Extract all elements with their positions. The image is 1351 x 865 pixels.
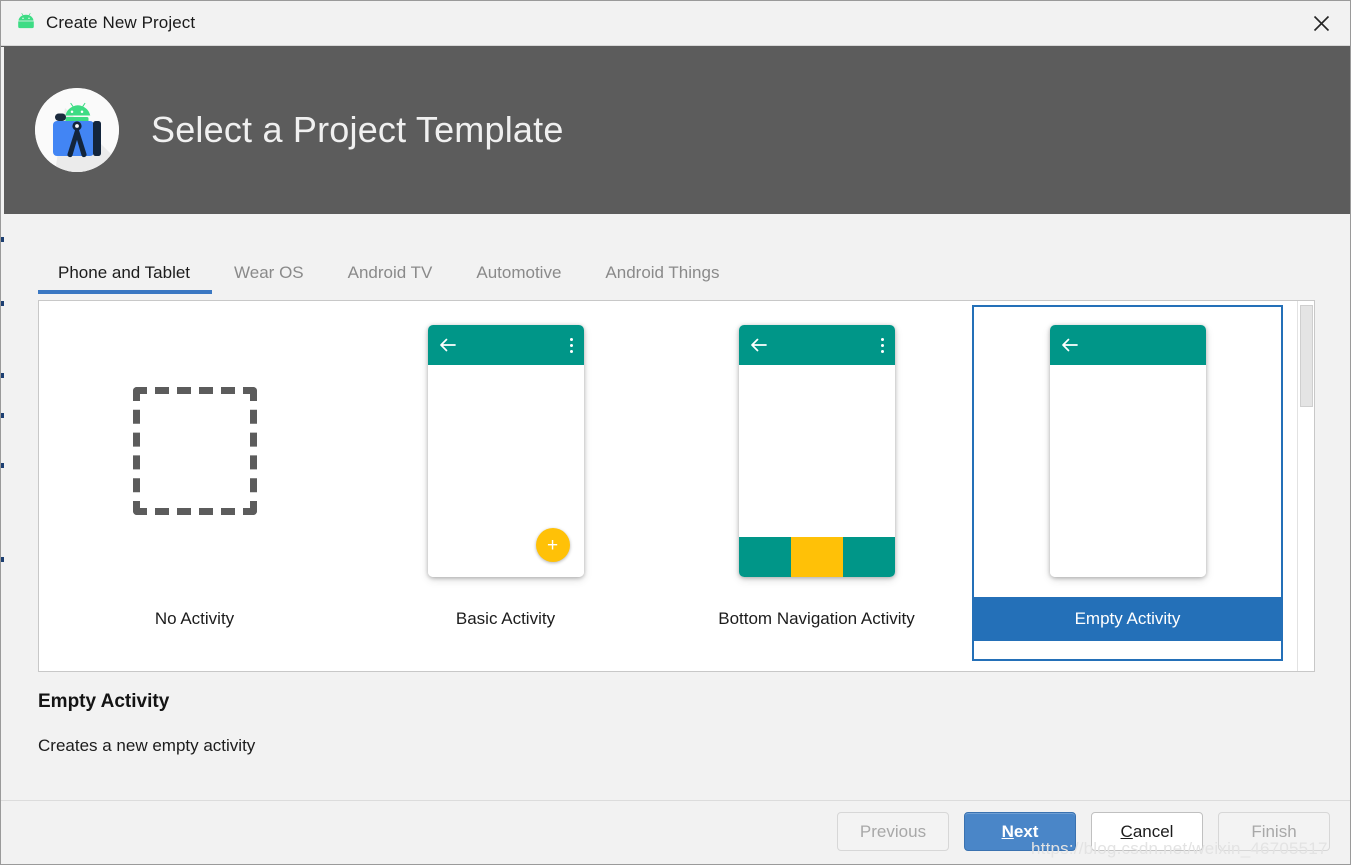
dialog-footer: Previous Next Cancel Finish (1, 800, 1350, 864)
basic-activity-thumbnail: + (350, 305, 661, 597)
back-arrow-icon (439, 338, 456, 352)
back-arrow-icon (750, 338, 767, 352)
template-card-basic-activity[interactable]: + Basic Activity (350, 305, 661, 661)
overflow-menu-icon (880, 337, 884, 353)
dialog-banner: Select a Project Template (1, 46, 1350, 214)
edge-artifact (1, 301, 4, 306)
partial-thumbnail (661, 663, 972, 671)
previous-button[interactable]: Previous (837, 812, 949, 851)
gallery-scrollbar[interactable] (1297, 301, 1314, 671)
template-card-empty-activity[interactable]: Empty Activity (972, 305, 1283, 661)
android-robot-icon (15, 12, 37, 34)
no-activity-thumbnail (39, 305, 350, 597)
phone-appbar (738, 325, 895, 365)
tab-automotive[interactable]: Automotive (454, 263, 583, 294)
phone-mock: + (427, 325, 584, 577)
template-detail-title: Empty Activity (38, 691, 170, 712)
floating-action-button-icon: + (535, 528, 570, 562)
tab-android-things[interactable]: Android Things (583, 263, 741, 294)
cancel-button[interactable]: Cancel (1091, 812, 1203, 851)
phone-content-area (738, 365, 895, 577)
template-card-no-activity[interactable]: No Activity (39, 305, 350, 661)
page-title: Select a Project Template (151, 109, 564, 150)
tab-android-tv[interactable]: Android TV (326, 263, 455, 294)
edge-artifact (1, 463, 4, 468)
template-card-label: Bottom Navigation Activity (718, 609, 915, 628)
template-card-partial[interactable] (972, 663, 1283, 671)
template-category-tabs: Phone and Tablet Wear OS Android TV Auto… (38, 256, 741, 294)
tab-wear-os[interactable]: Wear OS (212, 263, 326, 294)
bottom-navigation-bar-icon (738, 537, 895, 577)
phone-content-area: + (427, 365, 584, 577)
empty-activity-thumbnail (972, 305, 1283, 597)
partial-thumbnail (350, 663, 661, 671)
template-card-label: Empty Activity (972, 597, 1283, 641)
phone-mock (738, 325, 895, 577)
window-left-edge (1, 47, 4, 800)
dialog-body: Phone and Tablet Wear OS Android TV Auto… (1, 214, 1350, 800)
edge-artifact (1, 413, 4, 418)
scrollbar-thumb[interactable] (1300, 305, 1313, 407)
partial-thumbnail (39, 663, 350, 671)
back-arrow-icon (1061, 338, 1078, 352)
template-row (39, 663, 1298, 671)
template-card-bottom-navigation-activity[interactable]: Bottom Navigation Activity (661, 305, 972, 661)
template-row: No Activity + Basic Activity Bottom Navi… (39, 305, 1298, 665)
window-title: Create New Project (46, 13, 196, 32)
android-studio-logo-icon (35, 88, 119, 172)
window-titlebar: Create New Project (1, 1, 1350, 46)
close-icon[interactable] (1290, 1, 1350, 45)
create-new-project-dialog: Create New Project Select a Project Temp… (0, 0, 1351, 865)
template-detail-description: Creates a new empty activity (38, 736, 256, 755)
dashed-square-icon (132, 387, 257, 515)
template-card-label: Basic Activity (455, 609, 556, 628)
edge-artifact (1, 373, 4, 378)
tab-phone-and-tablet[interactable]: Phone and Tablet (38, 263, 213, 294)
bottom-navigation-thumbnail (661, 305, 972, 597)
overflow-menu-icon (569, 337, 573, 353)
dialog-button-row: Previous Next Cancel Finish (837, 812, 1330, 851)
phone-content-area (1049, 365, 1206, 577)
next-button[interactable]: Next (964, 812, 1076, 851)
phone-appbar (1049, 325, 1206, 365)
partial-thumbnail (972, 663, 1283, 671)
phone-mock (1049, 325, 1206, 577)
template-gallery: No Activity + Basic Activity Bottom Navi… (38, 300, 1315, 672)
edge-artifact (1, 237, 4, 242)
template-card-partial[interactable] (39, 663, 350, 671)
template-card-label: No Activity (154, 609, 235, 628)
finish-button[interactable]: Finish (1218, 812, 1330, 851)
template-card-partial[interactable] (661, 663, 972, 671)
template-grid: No Activity + Basic Activity Bottom Navi… (39, 301, 1298, 671)
template-card-partial[interactable] (350, 663, 661, 671)
edge-artifact (1, 557, 4, 562)
phone-appbar (427, 325, 584, 365)
